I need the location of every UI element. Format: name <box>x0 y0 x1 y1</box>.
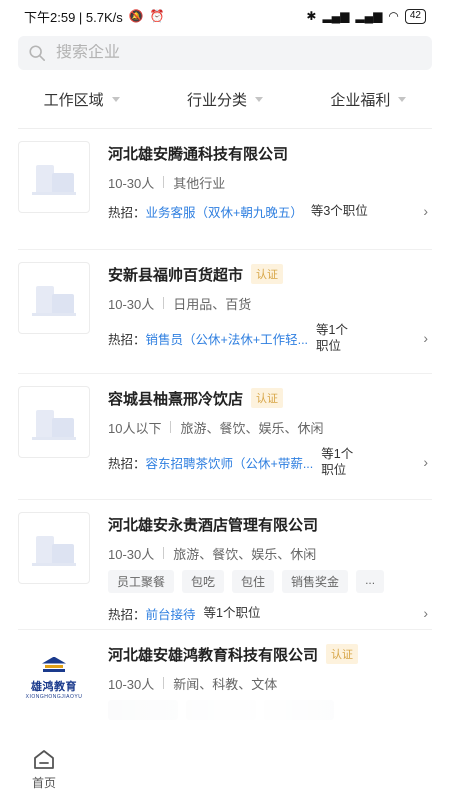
job-count: 等1个职位 <box>203 606 261 620</box>
company-name: 河北雄安永贵酒店管理有限公司 <box>108 516 319 534</box>
company-list-page: 下午2:59 | 5.7K/s 🔕 ⏰ ✱ ▂▄▆ ▂▄▆ ◠ 42 工作区域 … <box>0 0 450 800</box>
benefit-tag: 员工聚餐 <box>108 570 175 593</box>
caret-down-icon <box>255 96 263 102</box>
hot-jobs-row[interactable]: 热招： 业务客服（双休+朝九晚五） 等3个职位 › <box>108 201 432 221</box>
company-logo-placeholder <box>18 512 90 584</box>
chevron-right-icon: › <box>423 454 428 470</box>
company-industry: 旅游、餐饮、娱乐、休闲 <box>173 546 317 562</box>
filter-industry[interactable]: 行业分类 <box>153 89 296 110</box>
wifi-icon: ◠ <box>388 9 399 23</box>
hot-jobs-row[interactable]: 热招： 容东招聘茶饮师（公休+带薪... 等1个职位 › <box>108 446 432 478</box>
filter-bar: 工作区域 行业分类 企业福利 <box>0 70 450 128</box>
battery-icon: 42 <box>404 8 426 24</box>
benefit-tags: 员工聚餐 包吃 包住 销售奖金 ... <box>108 570 432 593</box>
caret-down-icon <box>398 96 407 102</box>
job-count: 等3个职位 <box>310 204 368 218</box>
nav-home[interactable]: 首页 <box>22 748 66 791</box>
company-size: 10人以下 <box>108 420 162 436</box>
building-icon <box>32 159 76 195</box>
filter-benefits[interactable]: 企业福利 <box>297 89 440 110</box>
company-logo: 雄鸿教育 XIONGHONGJIAOYU <box>18 642 90 714</box>
building-icon <box>32 404 76 440</box>
logo-subtext: XIONGHONGJIAOYU <box>25 693 83 700</box>
company-industry: 其他行业 <box>173 175 226 191</box>
logo-text: 雄鸿教育 <box>31 680 77 693</box>
signal-icon-2: ▂▄▆ <box>355 9 383 23</box>
company-industry: 日用品、百货 <box>173 296 252 312</box>
company-name: 安新县福帅百货超市 <box>108 266 244 284</box>
hot-job-title[interactable]: 销售员（公休+法休+工作轻... <box>146 329 309 348</box>
company-list: 河北雄安腾通科技有限公司 10-30人 其他行业 热招： 业务客服（双休+朝九晚… <box>0 129 450 750</box>
building-icon <box>32 280 76 316</box>
chevron-right-icon: › <box>423 203 428 219</box>
signal-icon: ▂▄▆ <box>322 9 350 23</box>
company-card[interactable]: 河北雄安永贵酒店管理有限公司 10-30人 旅游、餐饮、娱乐、休闲 员工聚餐 包… <box>18 500 432 630</box>
benefit-tag: 包吃 <box>182 570 225 593</box>
alarm-icon: ⏰ <box>149 9 165 23</box>
company-name: 容城县柚熹邢冷饮店 <box>108 390 244 408</box>
hot-job-title[interactable]: 容东招聘茶饮师（公休+带薪... <box>146 453 314 472</box>
company-industry: 旅游、餐饮、娱乐、休闲 <box>180 420 324 436</box>
company-logo-placeholder <box>18 262 90 334</box>
company-name: 河北雄安腾通科技有限公司 <box>108 145 289 163</box>
verified-badge: 认证 <box>251 388 284 408</box>
company-card[interactable]: 容城县柚熹邢冷饮店 认证 10人以下 旅游、餐饮、娱乐、休闲 热招： 容东招聘茶… <box>18 374 432 500</box>
hot-jobs-row[interactable]: 热招： 销售员（公休+法休+工作轻... 等1个职位 › <box>108 322 432 354</box>
xionghong-logo-icon <box>39 656 69 675</box>
filter-work-area[interactable]: 工作区域 <box>10 89 153 110</box>
bluetooth-icon: ✱ <box>306 9 317 23</box>
hot-jobs-row[interactable]: 热招： 前台接待 等1个职位 › <box>108 603 432 623</box>
job-count: 等1个职位 <box>321 447 354 477</box>
chevron-right-icon: › <box>423 330 428 346</box>
company-size: 10-30人 <box>108 175 155 191</box>
company-card[interactable]: 河北雄安腾通科技有限公司 10-30人 其他行业 热招： 业务客服（双休+朝九晚… <box>18 129 432 250</box>
status-time-speed: 下午2:59 | 5.7K/s <box>24 9 123 25</box>
mute-icon: 🔕 <box>128 9 144 23</box>
benefit-tag-more: ... <box>356 570 385 593</box>
company-card[interactable]: 安新县福帅百货超市 认证 10-30人 日用品、百货 热招： 销售员（公休+法休… <box>18 250 432 374</box>
hot-job-title[interactable]: 前台接待 <box>146 604 196 623</box>
nav-home-label: 首页 <box>31 776 56 790</box>
verified-badge: 认证 <box>251 264 284 284</box>
chevron-right-icon: › <box>423 605 428 621</box>
status-bar: 下午2:59 | 5.7K/s 🔕 ⏰ ✱ ▂▄▆ ▂▄▆ ◠ 42 <box>0 0 450 32</box>
home-icon <box>34 750 54 769</box>
company-name: 河北雄安雄鸿教育科技有限公司 <box>108 646 319 664</box>
building-icon <box>32 530 76 566</box>
company-logo-placeholder <box>18 386 90 458</box>
company-size: 10-30人 <box>108 546 155 562</box>
search-input[interactable] <box>56 44 356 62</box>
benefit-tag: 销售奖金 <box>282 570 349 593</box>
benefit-tag: 包住 <box>232 570 275 593</box>
search-icon <box>29 45 46 62</box>
caret-down-icon <box>111 96 120 102</box>
bottom-nav: 首页 <box>0 740 450 800</box>
verified-badge: 认证 <box>326 644 359 664</box>
company-logo-placeholder <box>18 141 90 213</box>
hot-job-title[interactable]: 业务客服（双休+朝九晚五） <box>146 202 303 221</box>
search-bar[interactable] <box>18 36 432 70</box>
job-count: 等1个职位 <box>316 323 348 353</box>
company-size: 10-30人 <box>108 296 155 312</box>
